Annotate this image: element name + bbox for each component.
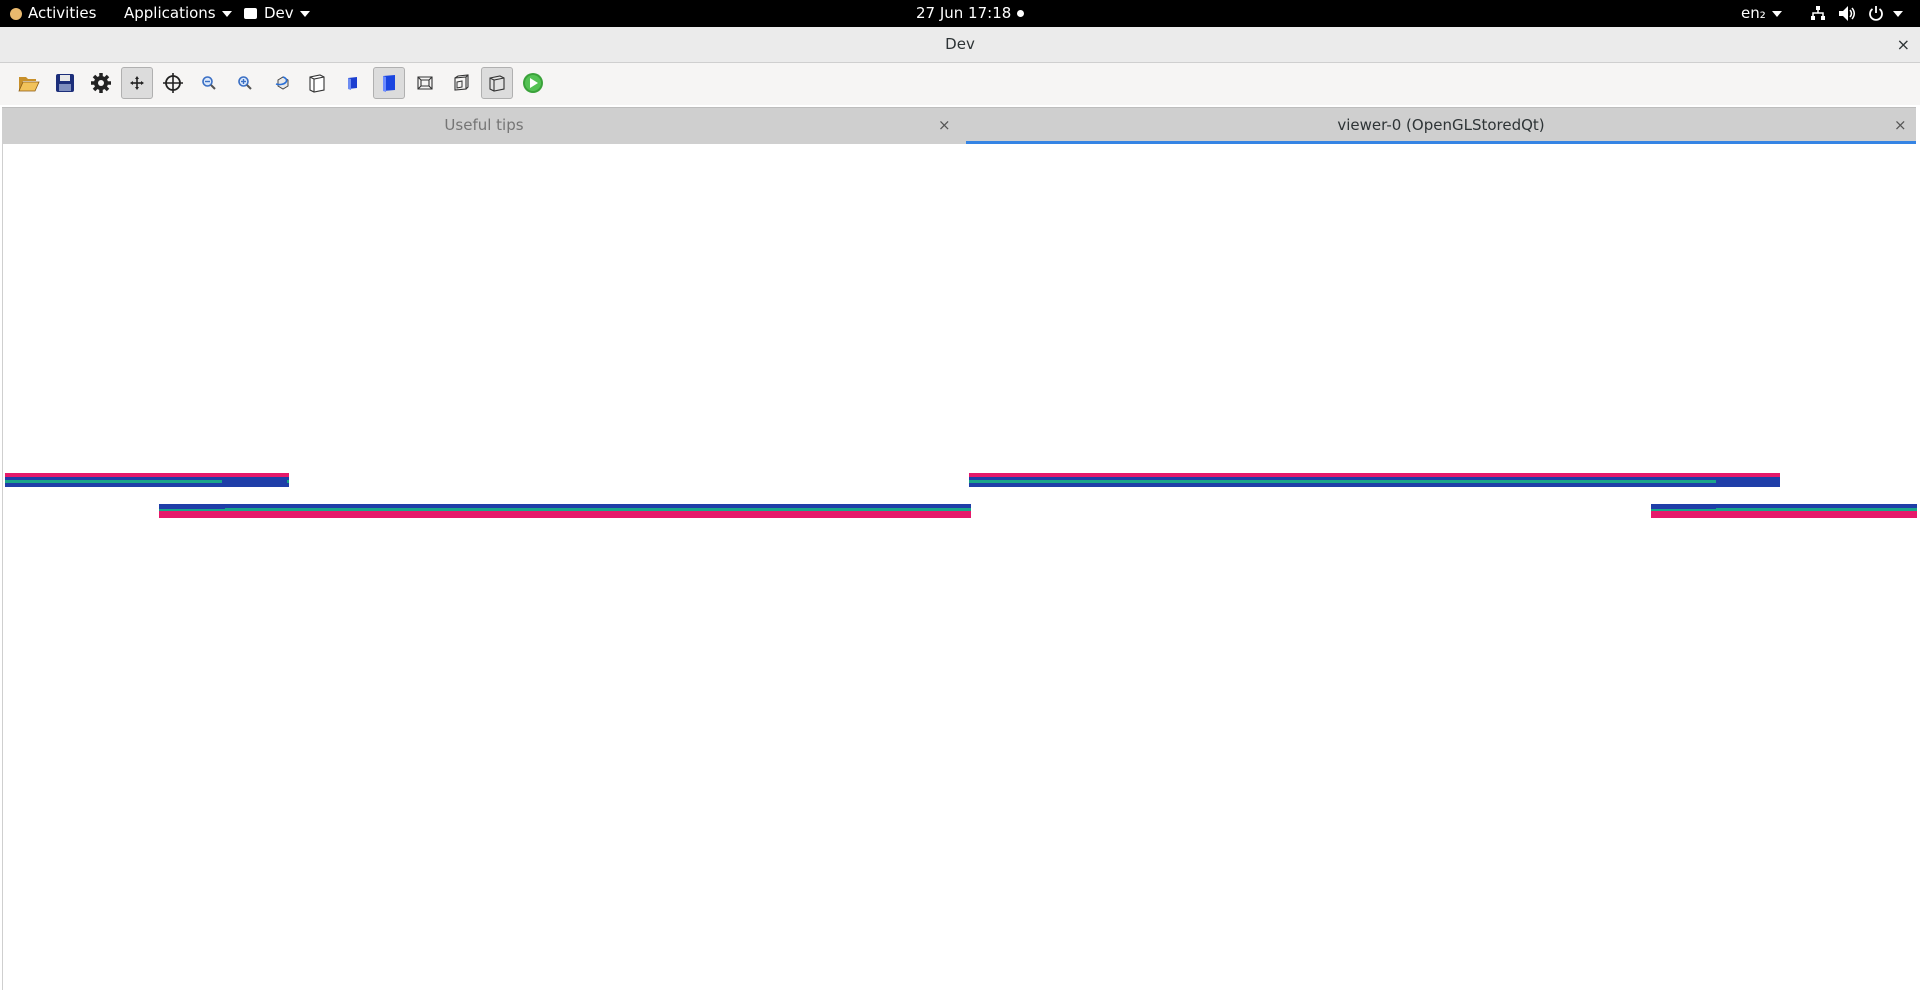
open-button[interactable] [13, 67, 45, 99]
volume-icon[interactable] [1838, 5, 1856, 22]
chevron-down-icon [1893, 10, 1903, 17]
tab-label: Useful tips [444, 116, 524, 134]
clock-label: 27 Jun 17:18 [916, 4, 1012, 22]
slab-stripe [5, 477, 289, 480]
hidden-line-button[interactable] [481, 67, 513, 99]
run-button[interactable] [517, 67, 549, 99]
chevron-down-icon [299, 10, 310, 17]
power-icon[interactable] [1868, 5, 1884, 22]
slab-stripe [159, 514, 971, 518]
scene-slab-lower-mid[interactable] [159, 504, 971, 518]
tab-close-icon[interactable]: × [938, 108, 951, 142]
hidden-line-icon [487, 73, 507, 93]
scene-slab-upper-right[interactable] [969, 473, 1780, 487]
pick-target-button[interactable] [157, 67, 189, 99]
slab-edge [159, 504, 225, 509]
rotate-button[interactable] [267, 67, 299, 99]
app-window-icon [244, 8, 257, 19]
zoom-out-button[interactable] [193, 67, 225, 99]
slab-edge [1651, 504, 1716, 509]
chevron-down-icon [221, 10, 232, 17]
rotate-icon [274, 74, 292, 92]
slab-stripe [159, 504, 971, 508]
surface-view-button[interactable] [337, 67, 369, 99]
tab-label: viewer-0 (OpenGLStoredQt) [1337, 116, 1545, 134]
slab-stripe [159, 511, 971, 514]
surface-view-icon [345, 75, 361, 91]
system-top-bar: Activities Applications Dev 27 Jun 17:18… [0, 0, 1920, 27]
opengl-viewer[interactable] [2, 144, 1917, 990]
slab-stripe [969, 477, 1780, 480]
ortho-button[interactable] [445, 67, 477, 99]
scene-slab-upper-left[interactable] [5, 473, 289, 487]
clock[interactable]: 27 Jun 17:18 [916, 0, 1025, 27]
activities-label: Activities [28, 4, 97, 22]
system-menu-chevron[interactable] [1893, 0, 1903, 27]
app-menu[interactable]: Dev [244, 0, 310, 27]
chevron-down-icon [1771, 10, 1782, 17]
settings-icon [90, 72, 112, 94]
zoom-in-button[interactable] [229, 67, 261, 99]
network-icon[interactable] [1810, 6, 1826, 21]
zoom-in-icon [237, 75, 253, 91]
window-title: Dev [945, 35, 975, 53]
wireframe-view-button[interactable] [301, 67, 333, 99]
solid-view-icon [379, 73, 399, 93]
slab-stripe [5, 473, 289, 477]
slab-stripe [969, 483, 1780, 487]
slab-stripe [159, 508, 971, 511]
tab-bar: Useful tips × viewer-0 (OpenGLStoredQt) … [2, 107, 1916, 145]
main-toolbar [0, 63, 1920, 105]
slab-edge [222, 480, 287, 485]
perspective-icon [416, 74, 434, 92]
settings-button[interactable] [85, 67, 117, 99]
move-button[interactable] [121, 67, 153, 99]
tab-viewer-0[interactable]: viewer-0 (OpenGLStoredQt) × [966, 108, 1916, 144]
applications-menu[interactable]: Applications [124, 0, 232, 27]
move-icon [130, 76, 144, 90]
app-menu-label: Dev [264, 4, 294, 22]
window-close-button[interactable]: × [1897, 27, 1910, 62]
save-icon [55, 73, 75, 93]
window-titlebar: Dev × [0, 27, 1920, 63]
zoom-out-icon [201, 75, 217, 91]
ortho-icon [452, 74, 470, 92]
gnome-foot-icon [10, 7, 22, 20]
save-button[interactable] [49, 67, 81, 99]
activities-button[interactable]: Activities [10, 0, 96, 27]
solid-view-button[interactable] [373, 67, 405, 99]
slab-stripe [969, 480, 1780, 483]
open-icon [18, 73, 40, 93]
slab-stripe [969, 473, 1780, 477]
scene-canvas[interactable] [3, 144, 1917, 990]
scene-slab-lower-right[interactable] [1651, 504, 1917, 518]
tab-useful-tips[interactable]: Useful tips × [2, 108, 966, 144]
slab-edge [1716, 480, 1780, 485]
run-icon [522, 72, 544, 94]
perspective-button[interactable] [409, 67, 441, 99]
keyboard-layout-label: en₂ [1741, 4, 1766, 22]
slab-stripe [1651, 514, 1917, 518]
notification-dot-icon [1017, 10, 1025, 17]
keyboard-layout-menu[interactable]: en₂ [1741, 0, 1782, 27]
tab-close-icon[interactable]: × [1894, 108, 1907, 142]
applications-label: Applications [124, 4, 216, 22]
pick-target-icon [162, 72, 184, 94]
slab-stripe [1651, 511, 1917, 514]
wireframe-view-icon [308, 73, 326, 93]
